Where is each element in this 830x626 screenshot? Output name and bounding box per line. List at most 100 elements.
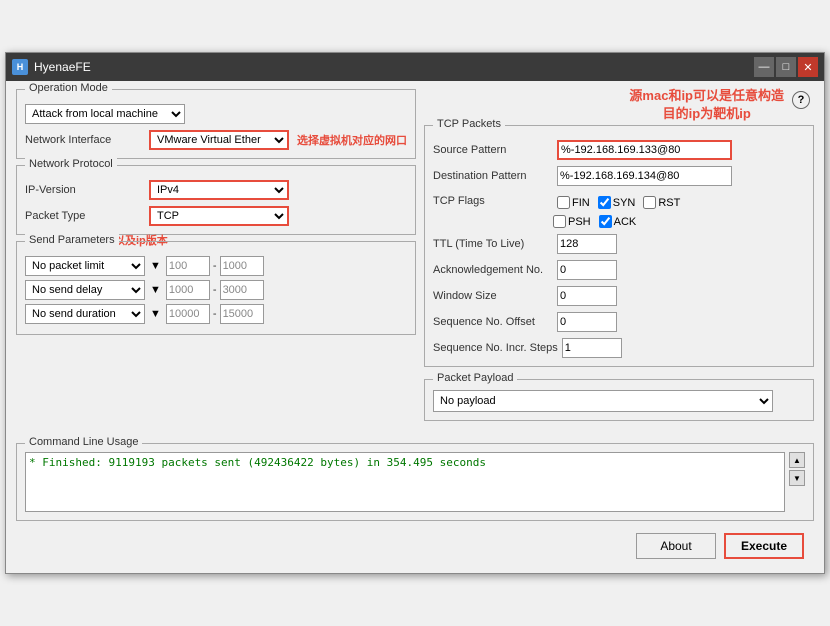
- network-interface-select[interactable]: VMware Virtual Ether: [149, 130, 289, 150]
- attack-mode-select[interactable]: Attack from local machine: [25, 104, 185, 124]
- ip-version-select[interactable]: IPv4 IPv6: [149, 180, 289, 200]
- ttl-label: TTL (Time To Live): [433, 238, 553, 250]
- maximize-button[interactable]: □: [776, 57, 796, 77]
- send-duration-select[interactable]: No send duration: [25, 304, 145, 324]
- flag-psh-label: PSH: [568, 216, 591, 228]
- close-button[interactable]: ✕: [798, 57, 818, 77]
- dest-pattern-input[interactable]: [557, 166, 732, 186]
- command-output: * Finished: 9119193 packets sent (492436…: [25, 452, 785, 512]
- flag-ack-label: ACK: [614, 216, 637, 228]
- send-parameters-group: Send Parameters No packet limit ▼ -: [16, 241, 416, 335]
- ack-row: Acknowledgement No.: [433, 260, 805, 280]
- flag-rst: RST: [643, 196, 680, 209]
- ack-input[interactable]: [557, 260, 617, 280]
- seq-steps-label: Sequence No. Incr. Steps: [433, 342, 558, 354]
- packet-limit-max[interactable]: [220, 256, 264, 276]
- window-controls: — □ ✕: [754, 57, 818, 77]
- ack-label: Acknowledgement No.: [433, 264, 553, 276]
- attack-mode-row: Attack from local machine: [25, 104, 407, 124]
- seq-steps-input[interactable]: [562, 338, 622, 358]
- send-delay-max[interactable]: [220, 280, 264, 300]
- tcp-packets-group: TCP Packets Source Pattern Destination P…: [424, 125, 814, 367]
- main-window: H HyenaeFE — □ ✕ Operation Mode Attack f…: [5, 52, 825, 574]
- left-panel: Operation Mode Attack from local machine…: [16, 89, 416, 421]
- bottom-bar: About Execute: [16, 527, 814, 565]
- seq-steps-row: Sequence No. Incr. Steps: [433, 338, 805, 358]
- tcp-flags-checkboxes2: PSH ACK: [553, 215, 636, 228]
- app-icon: H: [12, 59, 28, 75]
- packet-type-select[interactable]: TCP UDP ICMP: [149, 206, 289, 226]
- send-delay-min[interactable]: [166, 280, 210, 300]
- execute-button[interactable]: Execute: [724, 533, 804, 559]
- tcp-flags-row: TCP Flags FIN SYN: [433, 192, 805, 209]
- packet-payload-title: Packet Payload: [433, 372, 517, 384]
- network-protocol-group: Network Protocol IP-Version IPv4 IPv6 Pa…: [16, 165, 416, 235]
- operation-mode-title: Operation Mode: [25, 82, 112, 94]
- operation-mode-group: Operation Mode Attack from local machine…: [16, 89, 416, 159]
- minimize-button[interactable]: —: [754, 57, 774, 77]
- scroll-up-button[interactable]: ▲: [789, 452, 805, 468]
- command-line-title: Command Line Usage: [25, 436, 142, 448]
- flag-fin: FIN: [557, 196, 590, 209]
- seq-offset-input[interactable]: [557, 312, 617, 332]
- flag-fin-checkbox[interactable]: [557, 196, 570, 209]
- title-bar: H HyenaeFE — □ ✕: [6, 53, 824, 81]
- payload-select[interactable]: No payload: [433, 390, 773, 412]
- source-pattern-input[interactable]: [557, 140, 732, 160]
- flag-rst-label: RST: [658, 197, 680, 209]
- seq-offset-label: Sequence No. Offset: [433, 316, 553, 328]
- dash3: -: [213, 308, 217, 320]
- tcp-flags-checkboxes: FIN SYN RST: [557, 196, 680, 209]
- send-parameters-title: Send Parameters: [25, 234, 119, 246]
- window-size-row: Window Size: [433, 286, 805, 306]
- network-interface-row: Network Interface VMware Virtual Ether 选…: [25, 130, 407, 150]
- help-button[interactable]: ?: [792, 91, 810, 109]
- sep2: ▼: [150, 284, 161, 296]
- send-duration-min[interactable]: [166, 304, 210, 324]
- flag-fin-label: FIN: [572, 197, 590, 209]
- help-button-container: ?: [792, 91, 810, 109]
- send-params-rows: No packet limit ▼ - No send delay: [25, 256, 407, 324]
- packet-type-row: Packet Type TCP UDP ICMP: [25, 206, 407, 226]
- send-param-row-2: No send delay ▼ -: [25, 280, 407, 300]
- send-delay-select[interactable]: No send delay: [25, 280, 145, 300]
- send-duration-max[interactable]: [220, 304, 264, 324]
- source-pattern-label: Source Pattern: [433, 144, 553, 156]
- tcp-packets-title: TCP Packets: [433, 118, 505, 130]
- packet-type-label: Packet Type: [25, 210, 145, 222]
- ip-version-row: IP-Version IPv4 IPv6: [25, 180, 407, 200]
- dest-pattern-label: Destination Pattern: [433, 170, 553, 182]
- ttl-row: TTL (Time To Live): [433, 234, 805, 254]
- about-button[interactable]: About: [636, 533, 716, 559]
- window-title: HyenaeFE: [34, 60, 754, 74]
- right-panel: 源mac和ip可以是任意构造 目的ip为靶机ip ? TCP Packets S…: [424, 89, 814, 421]
- network-annotation: 选择虚拟机对应的网口: [297, 132, 407, 148]
- network-protocol-title: Network Protocol: [25, 158, 117, 170]
- send-param-row-1: No packet limit ▼ -: [25, 256, 407, 276]
- scrollbar: ▲ ▼: [789, 452, 805, 512]
- flag-ack: ACK: [599, 215, 637, 228]
- tcp-flags-label: TCP Flags: [433, 195, 553, 207]
- window-size-input[interactable]: [557, 286, 617, 306]
- flag-psh: PSH: [553, 215, 591, 228]
- flag-rst-checkbox[interactable]: [643, 196, 656, 209]
- flag-psh-checkbox[interactable]: [553, 215, 566, 228]
- seq-offset-row: Sequence No. Offset: [433, 312, 805, 332]
- send-param-row-3: No send duration ▼ -: [25, 304, 407, 324]
- dash1: -: [213, 260, 217, 272]
- flag-syn-checkbox[interactable]: [598, 196, 611, 209]
- ttl-input[interactable]: [557, 234, 617, 254]
- packet-limit-select[interactable]: No packet limit: [25, 256, 145, 276]
- top-annotation: 源mac和ip可以是任意构造 目的ip为靶机ip: [629, 87, 784, 123]
- ip-version-label: IP-Version: [25, 184, 145, 196]
- sep1: ▼: [150, 260, 161, 272]
- packet-limit-min[interactable]: [166, 256, 210, 276]
- payload-row: No payload: [433, 390, 805, 412]
- flag-syn: SYN: [598, 196, 636, 209]
- sep3: ▼: [150, 308, 161, 320]
- tcp-flags-row2: PSH ACK: [553, 211, 805, 228]
- packet-payload-group: Packet Payload No payload: [424, 379, 814, 421]
- flag-ack-checkbox[interactable]: [599, 215, 612, 228]
- scroll-down-button[interactable]: ▼: [789, 470, 805, 486]
- command-content: * Finished: 9119193 packets sent (492436…: [25, 452, 805, 512]
